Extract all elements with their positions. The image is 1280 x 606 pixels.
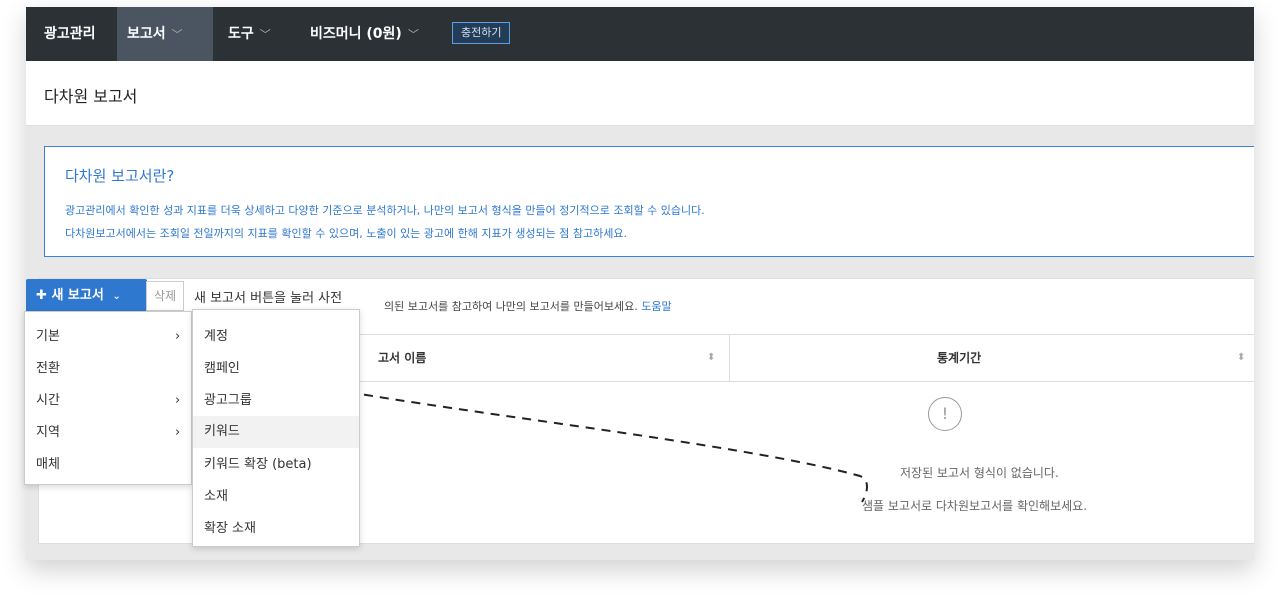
report-submenu: 계정 캠페인 광고그룹 키워드 키워드 확장 (beta) 소재 확장 소재 <box>192 309 360 547</box>
submenu-item-account[interactable]: 계정 <box>193 321 359 353</box>
chevron-down-icon: ﹀ <box>171 28 183 41</box>
plus-icon: ✚ <box>36 288 47 303</box>
column-divider <box>729 335 730 381</box>
exclamation-icon: ! <box>928 397 962 431</box>
charge-button[interactable]: 충전하기 <box>452 22 511 44</box>
menu-item-region[interactable]: 지역 › <box>25 417 191 448</box>
info-line-1: 광고관리에서 확인한 성과 지표를 더욱 상세하고 다양한 기준으로 분석하거나… <box>65 204 705 217</box>
chevron-right-icon: › <box>175 329 181 344</box>
report-category-menu: 기본 › 전환 시간 › 지역 › 매체 <box>24 311 192 485</box>
submenu-item-extension-creative[interactable]: 확장 소재 <box>193 513 359 545</box>
submenu-item-creative[interactable]: 소재 <box>193 481 359 513</box>
column-period[interactable]: 통계기간 <box>937 335 981 381</box>
new-report-hint: 새 보고서 버튼을 눌러 사전 <box>194 291 343 306</box>
menu-item-conversion[interactable]: 전환 <box>25 353 191 384</box>
nav-ad-management[interactable]: 광고관리 <box>34 7 106 61</box>
toolbar-help: 의된 보고서를 참고하여 나만의 보고서를 만들어보세요. 도움말 <box>384 298 672 314</box>
info-box: 다차원 보고서란? 광고관리에서 확인한 성과 지표를 더욱 상세하고 다양한 … <box>44 146 1254 257</box>
page-title: 다차원 보고서 <box>44 87 138 106</box>
menu-item-basic[interactable]: 기본 › <box>25 321 191 352</box>
info-line-2: 다차원보고서에서는 조회일 전일까지의 지표를 확인할 수 있으며, 노출이 있… <box>65 227 627 240</box>
chevron-down-icon: ﹀ <box>407 28 419 41</box>
column-report-name[interactable]: 고서 이름 <box>378 335 426 381</box>
page-header: 다차원 보고서 <box>26 61 1254 126</box>
info-title: 다차원 보고서란? <box>65 167 175 185</box>
nav-reports[interactable]: 보고서 ﹀ <box>117 7 213 61</box>
help-text: 의된 보고서를 참고하여 나만의 보고서를 만들어보세요. <box>384 300 638 313</box>
submenu-item-campaign[interactable]: 캠페인 <box>193 353 359 385</box>
top-navigation: 광고관리 보고서 ﹀ 도구 ﹀ 비즈머니 (0원) ﹀ 충전하기 <box>26 7 1254 61</box>
menu-item-media[interactable]: 매체 <box>25 449 191 480</box>
submenu-item-adgroup[interactable]: 광고그룹 <box>193 385 359 417</box>
new-report-button[interactable]: ✚ 새 보고서 ⌄ <box>26 279 147 313</box>
empty-message: 저장된 보고서 형식이 없습니다. <box>900 466 1059 480</box>
help-link[interactable]: 도움말 <box>641 300 671 313</box>
chevron-down-icon: ⌄ <box>112 291 121 302</box>
submenu-item-keyword[interactable]: 키워드 <box>193 416 359 448</box>
empty-submessage: 샘플 보고서로 다차원보고서를 확인해보세요. <box>862 499 1088 513</box>
chevron-right-icon: › <box>175 425 181 440</box>
nav-tools[interactable]: 도구 ﹀ <box>218 7 281 61</box>
chevron-right-icon: › <box>175 393 181 408</box>
submenu-item-keyword-expansion[interactable]: 키워드 확장 (beta) <box>193 449 359 481</box>
sort-icon[interactable]: ⬍ <box>707 335 715 381</box>
chevron-down-icon: ﹀ <box>259 28 271 41</box>
nav-bizmoney[interactable]: 비즈머니 (0원) ﹀ <box>300 7 429 61</box>
delete-button[interactable]: 삭제 <box>146 281 184 311</box>
sort-icon[interactable]: ⬍ <box>1237 335 1245 381</box>
menu-item-time[interactable]: 시간 › <box>25 385 191 416</box>
